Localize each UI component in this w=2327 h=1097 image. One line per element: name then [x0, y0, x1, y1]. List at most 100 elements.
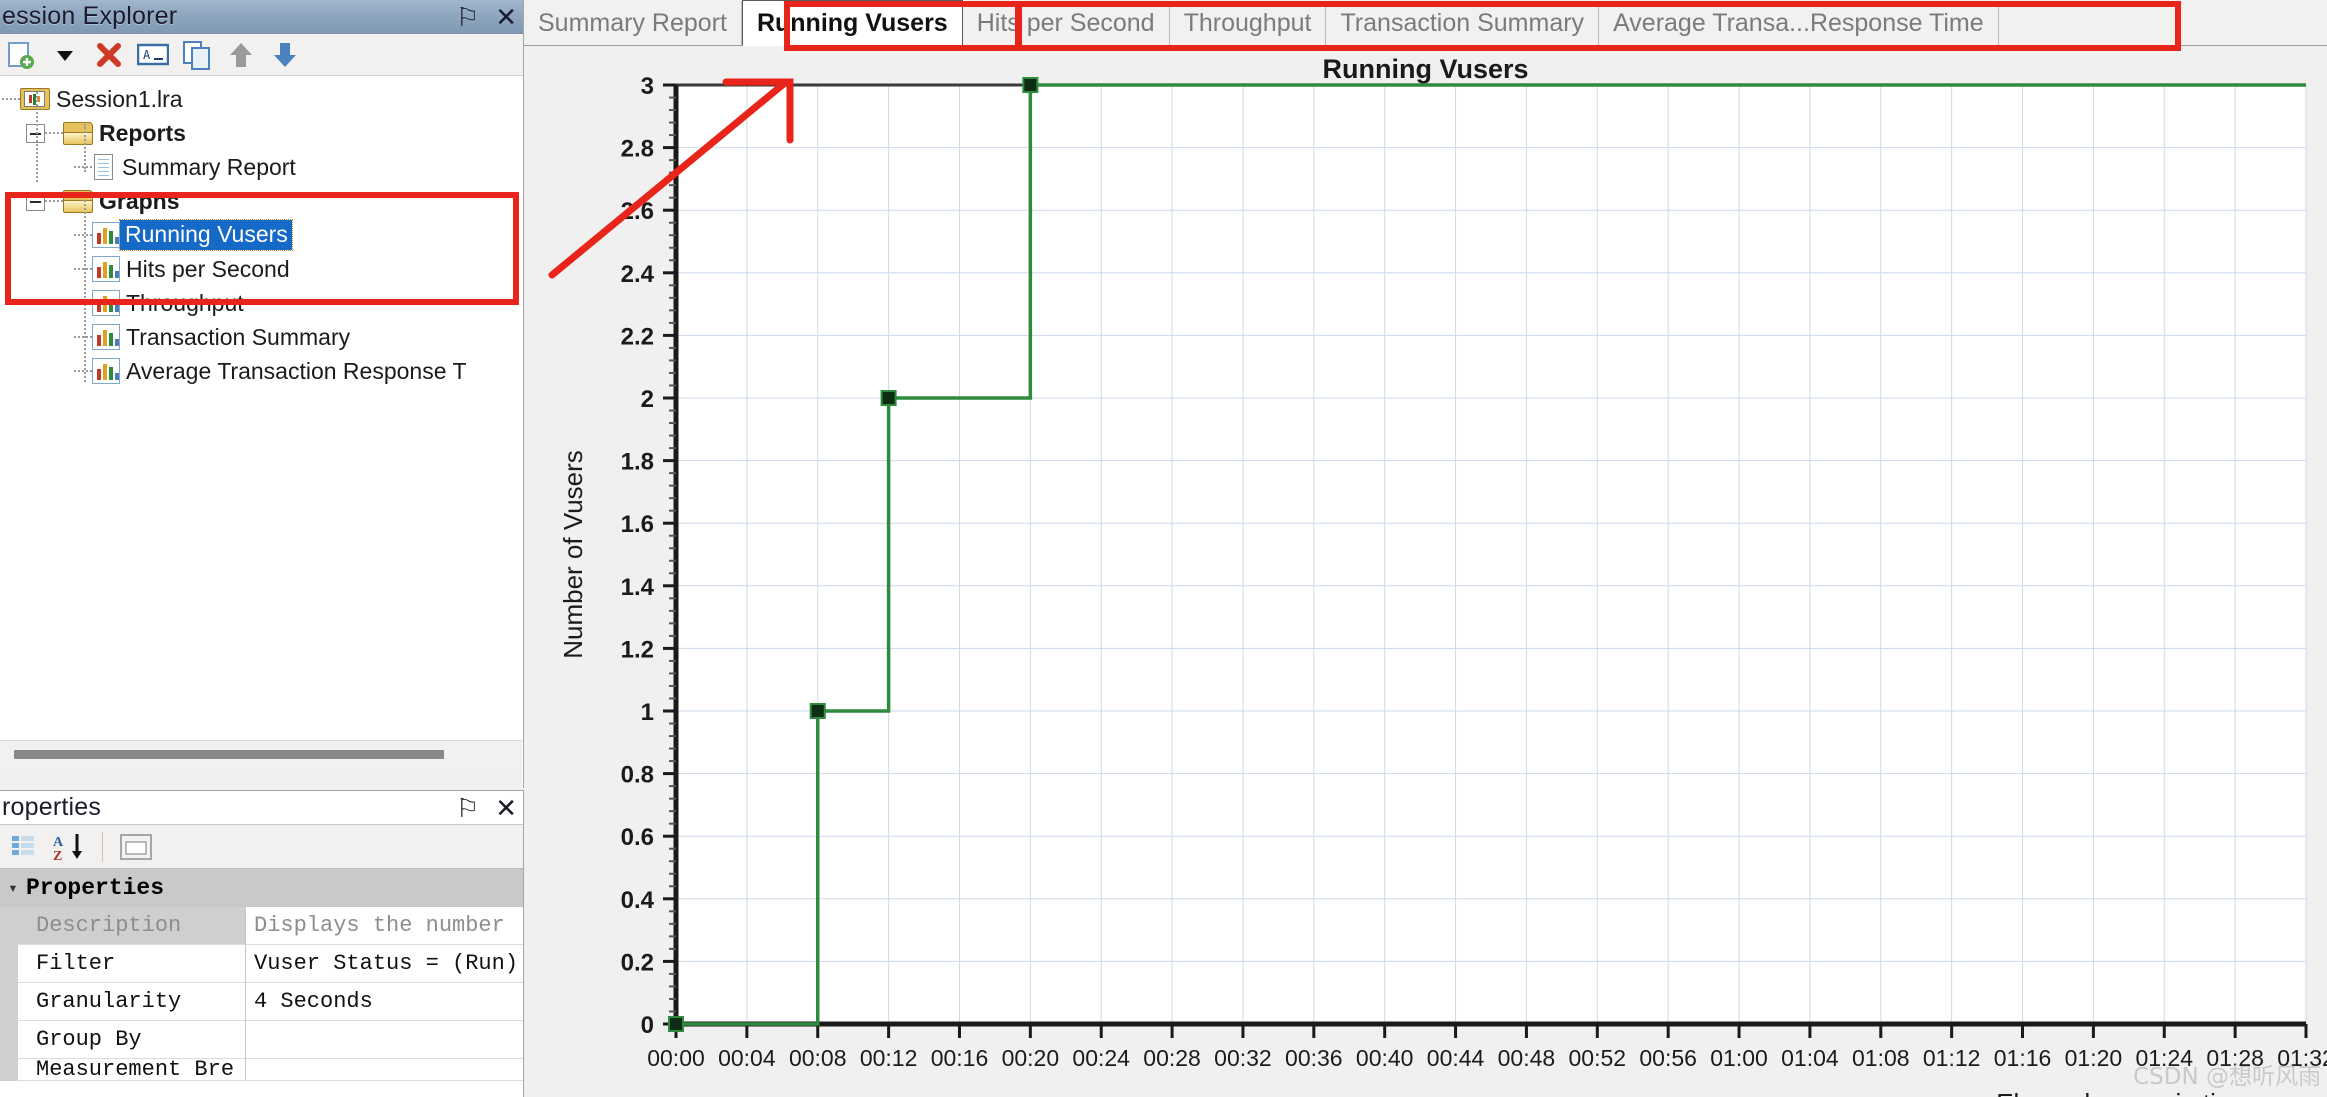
svg-text:0.8: 0.8	[621, 762, 654, 789]
svg-text:00:20: 00:20	[1002, 1045, 1060, 1071]
tab-average-transaction-response-time[interactable]: Average Transa...Response Time	[1599, 1, 1999, 45]
svg-text:00:56: 00:56	[1639, 1045, 1697, 1071]
document-icon	[92, 153, 116, 181]
property-pages-icon[interactable]	[115, 827, 157, 867]
close-icon[interactable]: ✕	[495, 795, 517, 821]
svg-text:00:40: 00:40	[1356, 1045, 1414, 1071]
tree-item-label: Running Vusers	[119, 219, 293, 251]
tree-connector	[36, 92, 38, 182]
graph-icon	[92, 290, 120, 316]
tree-item-summary-report[interactable]: Summary Report	[0, 150, 522, 184]
tree-item-graphs-folder[interactable]: Graphs	[0, 184, 522, 218]
svg-text:00:24: 00:24	[1072, 1045, 1130, 1071]
tab-label: Average Transa...Response Time	[1613, 8, 1984, 37]
property-value[interactable]	[246, 1059, 523, 1081]
tree-item-throughput[interactable]: Throughput	[0, 286, 522, 320]
duplicate-icon[interactable]	[178, 37, 216, 73]
tab-summary-report[interactable]: Summary Report	[524, 1, 742, 45]
graph-icon	[92, 358, 120, 384]
move-down-icon[interactable]	[266, 37, 304, 73]
tree-connector	[74, 336, 92, 338]
svg-text:01:00: 01:00	[1710, 1045, 1768, 1071]
svg-text:00:16: 00:16	[931, 1045, 989, 1071]
tab-label: Summary Report	[538, 8, 727, 37]
tab-label: Transaction Summary	[1340, 8, 1585, 37]
svg-text:2.4: 2.4	[621, 261, 655, 288]
session-explorer-toolbar: A	[0, 34, 523, 76]
property-value[interactable]: Vuser Status = (Run)	[246, 945, 523, 983]
tab-running-vusers[interactable]: Running Vusers	[741, 0, 963, 46]
svg-text:1.8: 1.8	[621, 449, 654, 476]
svg-text:A: A	[53, 835, 64, 850]
row-gutter	[0, 983, 18, 1021]
main-content: Summary Report Running Vusers Hits per S…	[524, 0, 2327, 1097]
svg-text:1.2: 1.2	[621, 636, 654, 663]
tree-item-label: Throughput	[126, 289, 244, 316]
tree-item-session-root[interactable]: Session1.lra	[0, 82, 522, 116]
svg-text:Z: Z	[53, 849, 62, 863]
property-row-description[interactable]: Description Displays the number	[0, 907, 523, 945]
row-gutter	[0, 907, 18, 945]
session-tree[interactable]: Session1.lra Reports Summary Report Grap…	[0, 76, 522, 740]
property-row-measurement-breakdown[interactable]: Measurement Bre	[0, 1059, 523, 1081]
property-name: Group By	[18, 1021, 246, 1059]
property-name: Filter	[18, 945, 246, 983]
property-value[interactable]	[246, 1021, 523, 1059]
tree-item-hits-per-second[interactable]: Hits per Second	[0, 252, 522, 286]
sort-alphabetical-icon[interactable]: A Z	[48, 827, 90, 867]
tab-label: Throughput	[1183, 8, 1312, 37]
properties-grid[interactable]: ▾ Properties Description Displays the nu…	[0, 869, 523, 1081]
property-name: Measurement Bre	[18, 1059, 246, 1081]
svg-text:3: 3	[641, 73, 654, 100]
add-item-icon[interactable]	[2, 37, 40, 73]
delete-icon[interactable]	[90, 37, 128, 73]
tree-connector	[45, 200, 63, 202]
pin-icon[interactable]: ⚐	[456, 4, 479, 30]
properties-group-header[interactable]: ▾ Properties	[0, 869, 523, 907]
property-value[interactable]: 4 Seconds	[246, 983, 523, 1021]
svg-text:2.8: 2.8	[621, 136, 654, 163]
svg-text:00:44: 00:44	[1427, 1045, 1485, 1071]
folder-icon	[63, 189, 93, 213]
tab-throughput[interactable]: Throughput	[1169, 1, 1327, 45]
graph-tabstrip[interactable]: Summary Report Running Vusers Hits per S…	[524, 0, 2327, 46]
tree-item-reports-folder[interactable]: Reports	[0, 116, 522, 150]
property-row-group-by[interactable]: Group By	[0, 1021, 523, 1059]
tab-label: Running Vusers	[756, 8, 948, 37]
svg-text:00:28: 00:28	[1143, 1045, 1201, 1071]
rename-icon[interactable]: A	[134, 37, 172, 73]
tree-item-transaction-summary[interactable]: Transaction Summary	[0, 320, 522, 354]
property-row-filter[interactable]: Filter Vuser Status = (Run)	[0, 945, 523, 983]
tree-connector	[2, 98, 20, 100]
tree-horizontal-scrollbar[interactable]	[0, 740, 522, 768]
tree-connector	[84, 124, 86, 172]
session-explorer-title: ession Explorer	[2, 2, 178, 30]
tree-item-label: Hits per Second	[126, 255, 290, 282]
chart-container: Running Vusers 0 0.2 0.4 0.6 0.8 1 1.2 1.4 1.6 1.…	[524, 46, 2327, 1097]
tree-connector	[74, 268, 92, 270]
tree-item-running-vusers[interactable]: Running Vusers	[0, 218, 522, 252]
tab-hits-per-second[interactable]: Hits per Second	[962, 1, 1170, 45]
property-value: Displays the number	[246, 907, 523, 945]
move-up-icon[interactable]	[222, 37, 260, 73]
categorized-view-icon[interactable]	[2, 827, 44, 867]
properties-toolbar: A Z	[0, 825, 523, 869]
row-gutter	[0, 1059, 18, 1081]
svg-text:00:48: 00:48	[1498, 1045, 1556, 1071]
tree-item-average-transaction-response-time[interactable]: Average Transaction Response T	[0, 354, 522, 388]
pin-icon[interactable]: ⚐	[456, 795, 479, 821]
tab-transaction-summary[interactable]: Transaction Summary	[1326, 1, 1600, 45]
collapse-toggle-icon[interactable]	[26, 191, 45, 211]
dropdown-arrow-icon[interactable]	[46, 37, 84, 73]
svg-text:00:04: 00:04	[718, 1045, 776, 1071]
svg-text:01:16: 01:16	[1994, 1045, 2052, 1071]
property-row-granularity[interactable]: Granularity 4 Seconds	[0, 983, 523, 1021]
session-file-icon	[20, 87, 50, 111]
scrollbar-thumb[interactable]	[14, 750, 444, 759]
close-icon[interactable]: ✕	[495, 4, 517, 30]
svg-text:Number of Vusers: Number of Vusers	[558, 450, 588, 659]
svg-text:1.4: 1.4	[621, 574, 655, 601]
running-vusers-chart[interactable]: 0 0.2 0.4 0.6 0.8 1 1.2 1.4 1.6 1.8 2 2.2 2.4 2.6 2.8 3…	[524, 46, 2327, 1097]
properties-panel: roperties ⚐ ✕ A Z ▾ Properties Descripti…	[0, 790, 524, 1097]
chevron-down-icon[interactable]: ▾	[0, 878, 26, 898]
